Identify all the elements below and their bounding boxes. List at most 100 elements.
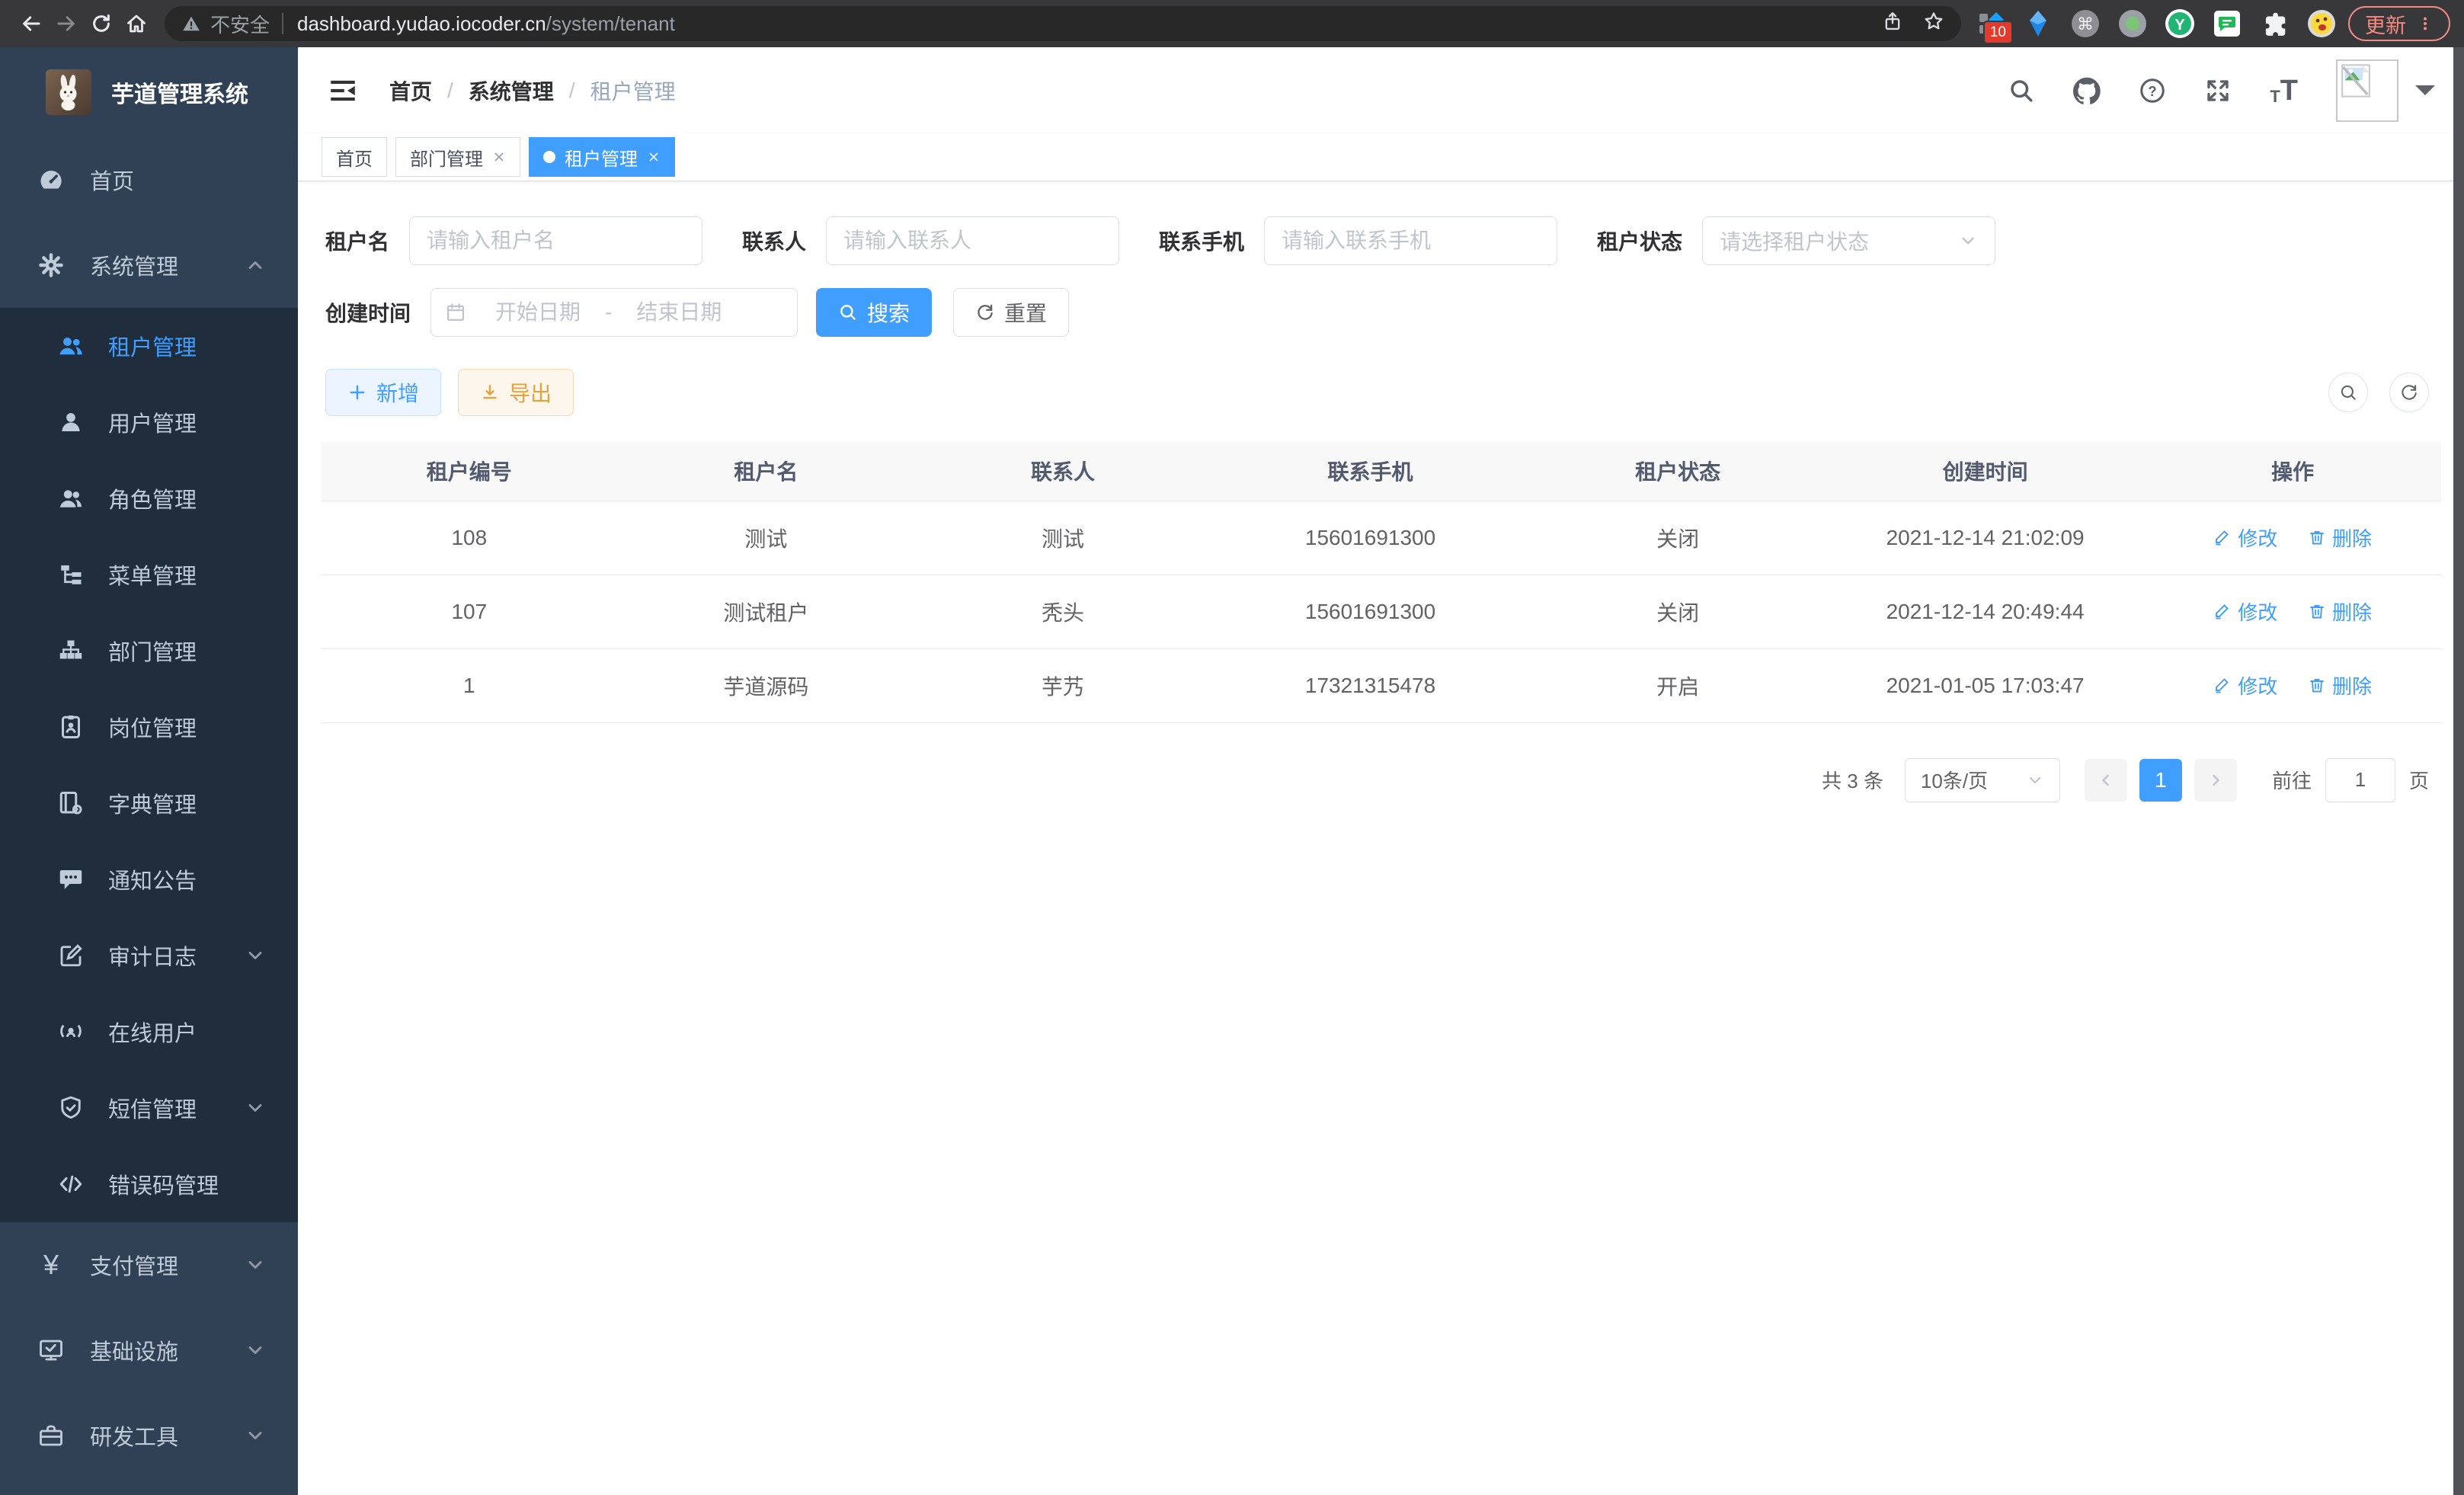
extension-puzzle-icon[interactable] (2260, 9, 2289, 38)
tab-tenant[interactable]: 租户管理 (529, 137, 675, 177)
sidebar-item-label: 租户管理 (108, 330, 197, 362)
add-button[interactable]: 新增 (325, 369, 441, 416)
goto-page-input[interactable] (2325, 758, 2395, 802)
delete-link[interactable]: 删除 (2308, 523, 2372, 552)
export-button[interactable]: 导出 (458, 369, 574, 416)
goto-label: 前往 (2272, 766, 2312, 794)
sidebar-item-user[interactable]: 用户管理 (0, 384, 298, 460)
tab-dept[interactable]: 部门管理 (395, 137, 520, 177)
breadcrumb-home[interactable]: 首页 (389, 75, 432, 106)
app-logo-row[interactable]: 芋道管理系统 (0, 47, 298, 137)
end-date-input[interactable] (615, 300, 743, 325)
delete-link[interactable]: 删除 (2308, 597, 2372, 626)
tenant-name-input[interactable] (409, 216, 702, 265)
extension-y-icon[interactable]: Y (2165, 9, 2194, 38)
phone-input[interactable] (1264, 216, 1557, 265)
edit-link[interactable]: 修改 (2213, 523, 2277, 552)
close-icon[interactable] (492, 150, 506, 164)
reset-button[interactable]: 重置 (953, 288, 1069, 337)
sidebar-item-menu[interactable]: 菜单管理 (0, 536, 298, 613)
github-icon[interactable] (2073, 77, 2101, 104)
delete-link[interactable]: 删除 (2308, 671, 2372, 699)
user-menu[interactable] (2336, 59, 2435, 122)
extension-command-icon[interactable]: ⌘ (2071, 9, 2100, 38)
sidebar-item-dict[interactable]: 字典管理 (0, 765, 298, 841)
sidebar-item-errcode[interactable]: 错误码管理 (0, 1146, 298, 1222)
sidebar-fold-icon[interactable] (327, 75, 359, 107)
date-range-picker[interactable]: - (430, 288, 798, 337)
prev-page-button[interactable] (2085, 759, 2127, 802)
delete-label: 删除 (2332, 523, 2372, 552)
sidebar-item-notice[interactable]: 通知公告 (0, 841, 298, 917)
sidebar-item-devtools[interactable]: 研发工具 (0, 1393, 298, 1478)
chevron-down-icon (245, 945, 266, 966)
cell-contact: 秃头 (914, 575, 1211, 648)
sidebar-item-post[interactable]: 岗位管理 (0, 689, 298, 765)
page-size-select[interactable]: 10条/页 (1905, 758, 2060, 802)
trash-icon (2308, 528, 2326, 546)
status-select[interactable]: 请选择租户状态 (1702, 216, 1995, 265)
roles-icon (56, 484, 85, 513)
browser-update-button[interactable]: 更新 (2348, 6, 2450, 41)
chevron-down-icon (2026, 771, 2044, 789)
browser-back-icon[interactable] (14, 6, 49, 41)
extension-dot-icon[interactable] (2118, 9, 2147, 38)
page-number-current[interactable]: 1 (2139, 759, 2182, 802)
contact-input[interactable] (826, 216, 1119, 265)
sidebar-item-system[interactable]: 系统管理 (0, 222, 298, 308)
sidebar-item-home[interactable]: 首页 (0, 137, 298, 222)
sidebar-item-pay[interactable]: ¥ 支付管理 (0, 1222, 298, 1308)
extension-grid-icon[interactable]: 10 (1976, 9, 2005, 38)
start-date-input[interactable] (474, 300, 602, 325)
next-page-button[interactable] (2194, 759, 2237, 802)
extensions-area: 10 ⌘ Y (1976, 9, 2336, 38)
breadcrumb-system[interactable]: 系统管理 (469, 75, 554, 106)
id-badge-icon (56, 712, 85, 741)
chevron-down-icon (245, 1340, 266, 1361)
extension-chat-icon[interactable] (2213, 9, 2242, 38)
search-button[interactable]: 搜索 (816, 288, 932, 337)
browser-reload-icon[interactable] (84, 6, 119, 41)
toggle-search-button[interactable] (2328, 373, 2368, 412)
sidebar-item-online-users[interactable]: 在线用户 (0, 994, 298, 1070)
help-icon[interactable]: ? (2139, 77, 2166, 104)
edit-link[interactable]: 修改 (2213, 671, 2277, 699)
edit-link[interactable]: 修改 (2213, 597, 2277, 626)
fullscreen-icon[interactable] (2204, 77, 2232, 104)
extension-badge: 10 (1983, 21, 2013, 44)
cell-actions: 修改 删除 (2144, 648, 2441, 722)
refresh-icon (975, 303, 995, 322)
created-time-label: 创建时间 (325, 297, 411, 328)
sidebar-item-role[interactable]: 角色管理 (0, 460, 298, 536)
font-size-icon[interactable]: TT (2270, 76, 2298, 105)
extension-kite-icon[interactable] (2024, 9, 2053, 38)
sidebar-item-infra[interactable]: 基础设施 (0, 1308, 298, 1393)
scrollbar[interactable] (2453, 47, 2464, 1495)
pencil-icon (2213, 528, 2232, 546)
refresh-table-button[interactable] (2389, 373, 2429, 412)
sidebar-item-audit-log[interactable]: 审计日志 (0, 917, 298, 994)
browser-home-icon[interactable] (119, 6, 154, 41)
code-icon (56, 1170, 85, 1199)
broadcast-icon (56, 1017, 85, 1046)
browser-forward-icon[interactable] (49, 6, 84, 41)
tab-home[interactable]: 首页 (322, 137, 387, 177)
tenant-name-label: 租户名 (325, 226, 389, 256)
extension-emoji-icon[interactable] (2307, 9, 2336, 38)
sidebar-item-sms[interactable]: 短信管理 (0, 1070, 298, 1146)
sidebar-item-label: 角色管理 (108, 482, 197, 514)
close-icon[interactable] (647, 150, 661, 164)
app-logo (46, 69, 91, 115)
bookmark-star-icon[interactable] (1923, 11, 1944, 37)
security-label: 不安全 (210, 10, 270, 38)
header-search-icon[interactable] (2008, 77, 2035, 104)
tab-label: 首页 (336, 144, 373, 171)
sidebar-item-tenant[interactable]: 租户管理 (0, 308, 298, 384)
search-icon (838, 303, 858, 322)
table-row: 107 测试租户 秃头 15601691300 关闭 2021-12-14 20… (321, 575, 2441, 648)
cell-status: 关闭 (1529, 575, 1826, 648)
address-bar[interactable]: 不安全 dashboard.yudao.iocoder.cn /system/t… (165, 6, 1961, 41)
users-icon (56, 331, 85, 360)
sidebar-item-dept[interactable]: 部门管理 (0, 613, 298, 689)
share-icon[interactable] (1882, 11, 1903, 37)
